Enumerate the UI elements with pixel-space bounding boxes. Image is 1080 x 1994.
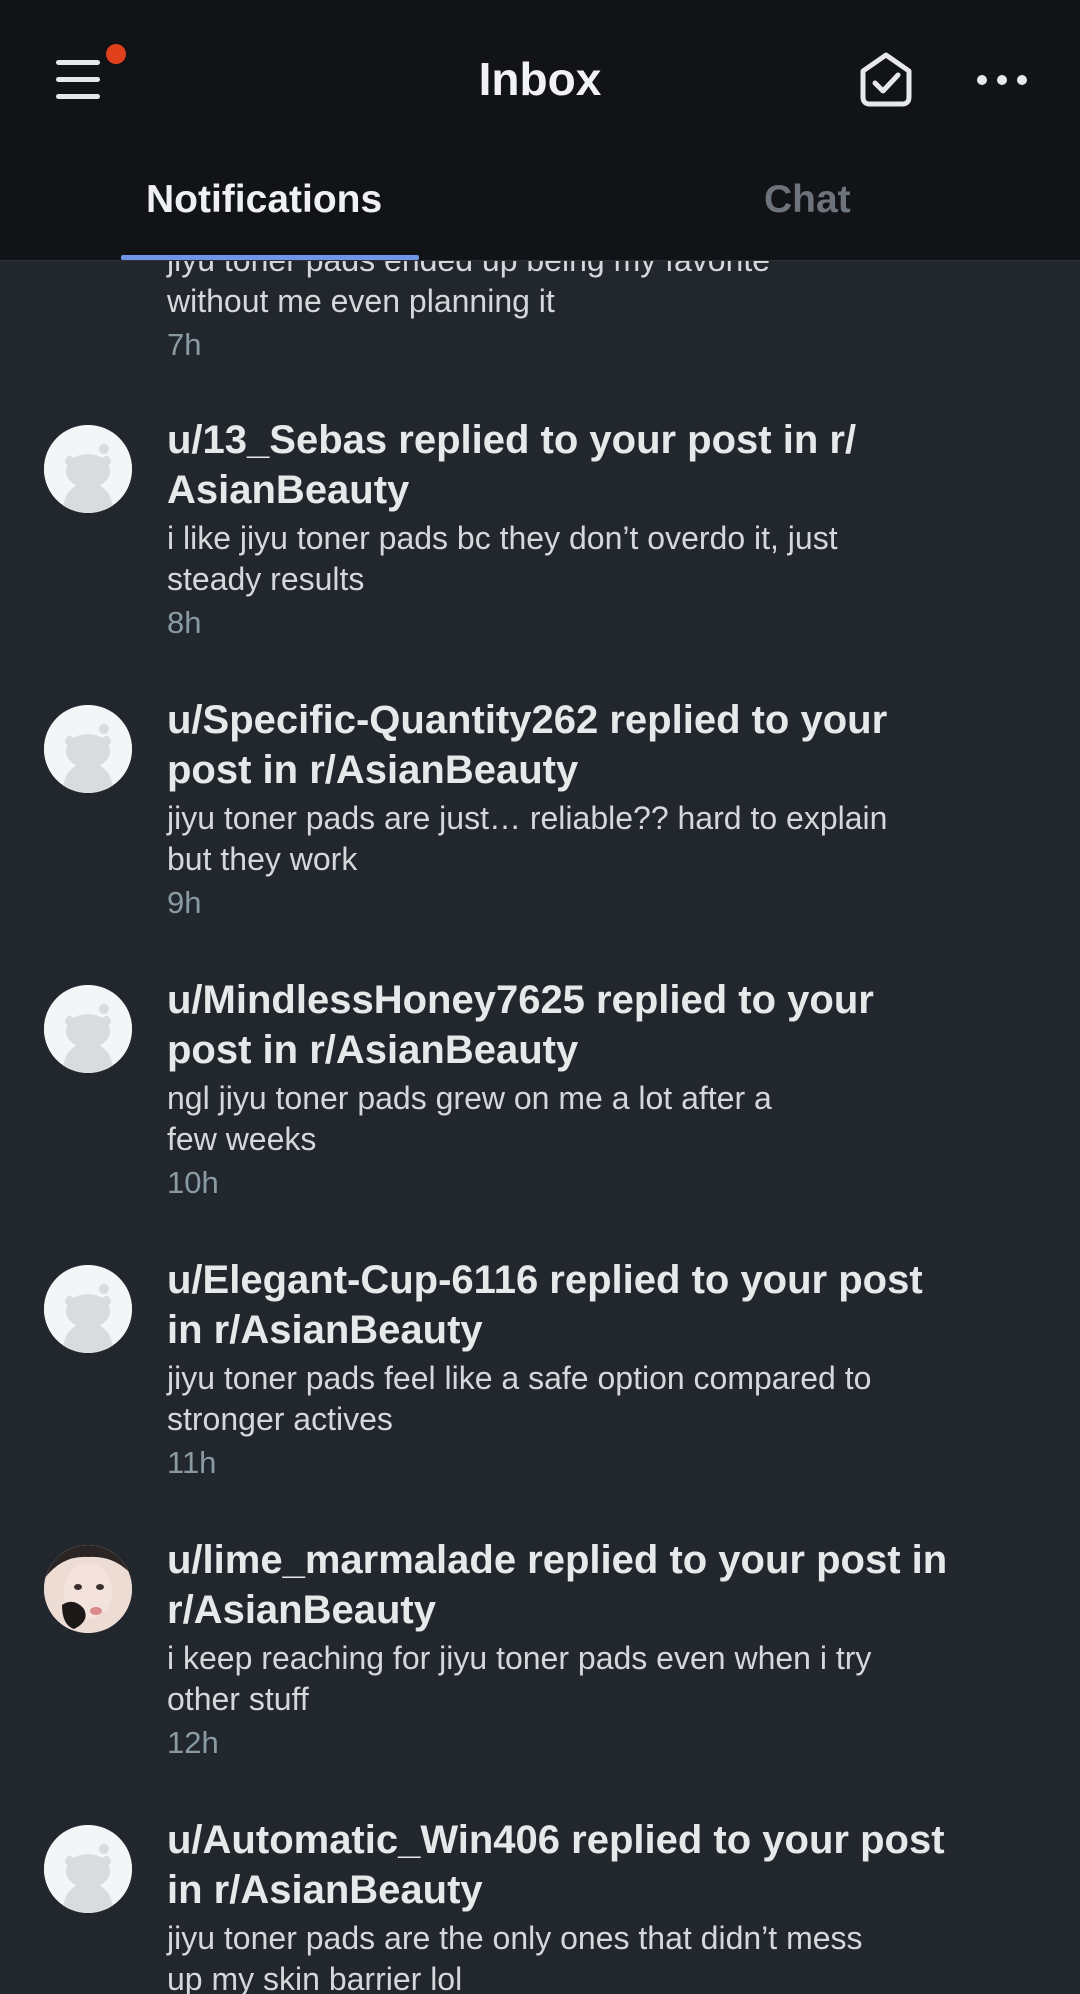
notification-body-line: without me even planning it xyxy=(167,283,555,319)
notification-text: u/Automatic_Win406 replied to your post … xyxy=(167,1815,1007,1994)
notification-body-line: up my skin barrier lol xyxy=(167,1961,463,1994)
notification-body: i like jiyu toner pads bc they don’t ove… xyxy=(167,518,1007,600)
avatar[interactable] xyxy=(44,1545,132,1633)
notification-item[interactable]: u/13_Sebas replied to your post in r/ As… xyxy=(0,415,1080,665)
notification-title-line: u/Specific-Quantity262 replied to your xyxy=(167,698,888,742)
notification-body-line: stronger actives xyxy=(167,1401,393,1437)
inbox-screen: jiyu toner pads ended up being my favori… xyxy=(0,0,1080,1994)
notification-time: 11h xyxy=(167,1445,217,1480)
notification-body-line: i keep reaching for jiyu toner pads even… xyxy=(167,1640,872,1676)
default-snoo-avatar-icon xyxy=(44,985,132,1073)
notification-feed[interactable]: jiyu toner pads ended up being my favori… xyxy=(0,0,1080,1994)
user-photo-avatar-icon xyxy=(44,1545,132,1633)
notification-text: u/MindlessHoney7625 replied to your post… xyxy=(167,975,1007,1205)
notification-item[interactable]: u/MindlessHoney7625 replied to your post… xyxy=(0,975,1080,1225)
notification-body: jiyu toner pads feel like a safe option … xyxy=(167,1358,1007,1440)
notification-time: 7h xyxy=(167,327,202,362)
notification-text: u/Specific-Quantity262 replied to your p… xyxy=(167,695,1007,925)
notification-dot-icon xyxy=(106,44,126,64)
more-options-button[interactable] xyxy=(970,60,1034,100)
tab-chat[interactable]: Chat xyxy=(764,170,851,230)
notification-body: jiyu toner pads are the only ones that d… xyxy=(167,1918,1007,1994)
notification-title-line: u/Automatic_Win406 replied to your post xyxy=(167,1818,945,1862)
notification-title-line: u/lime_marmalade replied to your post in xyxy=(167,1538,948,1582)
notification-title-line: in r/AsianBeauty xyxy=(167,1868,483,1912)
notification-title-line: post in r/AsianBeauty xyxy=(167,748,579,792)
notification-time: 12h xyxy=(167,1725,219,1760)
notification-body: i keep reaching for jiyu toner pads even… xyxy=(167,1638,1007,1720)
notification-title-line: AsianBeauty xyxy=(167,468,410,512)
notification-body: ngl jiyu toner pads grew on me a lot aft… xyxy=(167,1078,1007,1160)
notification-item[interactable]: u/lime_marmalade replied to your post in… xyxy=(0,1535,1080,1785)
more-options-icon xyxy=(977,75,1027,85)
notification-text: u/13_Sebas replied to your post in r/ As… xyxy=(167,415,1007,645)
notification-title-line: in r/AsianBeauty xyxy=(167,1308,483,1352)
notification-title-line: post in r/AsianBeauty xyxy=(167,1028,579,1072)
notification-time: 10h xyxy=(167,1165,219,1200)
avatar[interactable] xyxy=(44,1265,132,1353)
notification-title: u/MindlessHoney7625 replied to your post… xyxy=(167,975,1007,1075)
notification-title: u/Automatic_Win406 replied to your post … xyxy=(167,1815,1007,1915)
notification-time: 9h xyxy=(167,885,202,920)
notification-title: u/Elegant-Cup-6116 replied to your post … xyxy=(167,1255,1007,1355)
notification-body-line: jiyu toner pads are just… reliable?? har… xyxy=(167,800,888,836)
menu-icon-line xyxy=(56,60,100,65)
menu-button[interactable] xyxy=(40,40,136,120)
notification-item[interactable]: u/Automatic_Win406 replied to your post … xyxy=(0,1815,1080,1994)
mark-all-read-button[interactable] xyxy=(856,50,916,110)
notification-body-line: steady results xyxy=(167,561,365,597)
notification-title-line: r/AsianBeauty xyxy=(167,1588,436,1632)
notification-title: u/13_Sebas replied to your post in r/ As… xyxy=(167,415,1007,515)
selected-tab-indicator xyxy=(121,255,419,260)
default-snoo-avatar-icon xyxy=(44,1825,132,1913)
avatar[interactable] xyxy=(44,705,132,793)
notification-body-line: few weeks xyxy=(167,1121,317,1157)
notification-body-line: jiyu toner pads feel like a safe option … xyxy=(167,1360,872,1396)
avatar[interactable] xyxy=(44,425,132,513)
default-snoo-avatar-icon xyxy=(44,425,132,513)
notification-body-line: but they work xyxy=(167,841,358,877)
notification-time: 8h xyxy=(167,605,202,640)
avatar[interactable] xyxy=(44,985,132,1073)
notification-title-line: u/13_Sebas replied to your post in r/ xyxy=(167,418,857,462)
menu-icon-line xyxy=(56,94,100,99)
notification-body-line: other stuff xyxy=(167,1681,309,1717)
default-snoo-avatar-icon xyxy=(44,705,132,793)
inbox-header: Inbox Notifications Chat xyxy=(0,0,1080,261)
notification-item[interactable]: u/Elegant-Cup-6116 replied to your post … xyxy=(0,1255,1080,1505)
notification-body-line: jiyu toner pads are the only ones that d… xyxy=(167,1920,863,1956)
notification-title-line: u/Elegant-Cup-6116 replied to your post xyxy=(167,1258,923,1302)
notification-title: u/Specific-Quantity262 replied to your p… xyxy=(167,695,1007,795)
notification-title: u/lime_marmalade replied to your post in… xyxy=(167,1535,1007,1635)
notification-body-line: i like jiyu toner pads bc they don’t ove… xyxy=(167,520,838,556)
notification-item[interactable]: u/Specific-Quantity262 replied to your p… xyxy=(0,695,1080,945)
notification-title-line: u/MindlessHoney7625 replied to your xyxy=(167,978,874,1022)
tab-notifications[interactable]: Notifications xyxy=(146,170,382,230)
page-title: Inbox xyxy=(478,53,602,105)
notification-text: u/lime_marmalade replied to your post in… xyxy=(167,1535,1007,1765)
notification-text: u/Elegant-Cup-6116 replied to your post … xyxy=(167,1255,1007,1485)
menu-icon-line xyxy=(56,77,100,82)
default-snoo-avatar-icon xyxy=(44,1265,132,1353)
mark-all-read-icon xyxy=(860,52,912,107)
notification-body: jiyu toner pads are just… reliable?? har… xyxy=(167,798,1007,880)
notification-body-line: ngl jiyu toner pads grew on me a lot aft… xyxy=(167,1080,772,1116)
avatar[interactable] xyxy=(44,1825,132,1913)
